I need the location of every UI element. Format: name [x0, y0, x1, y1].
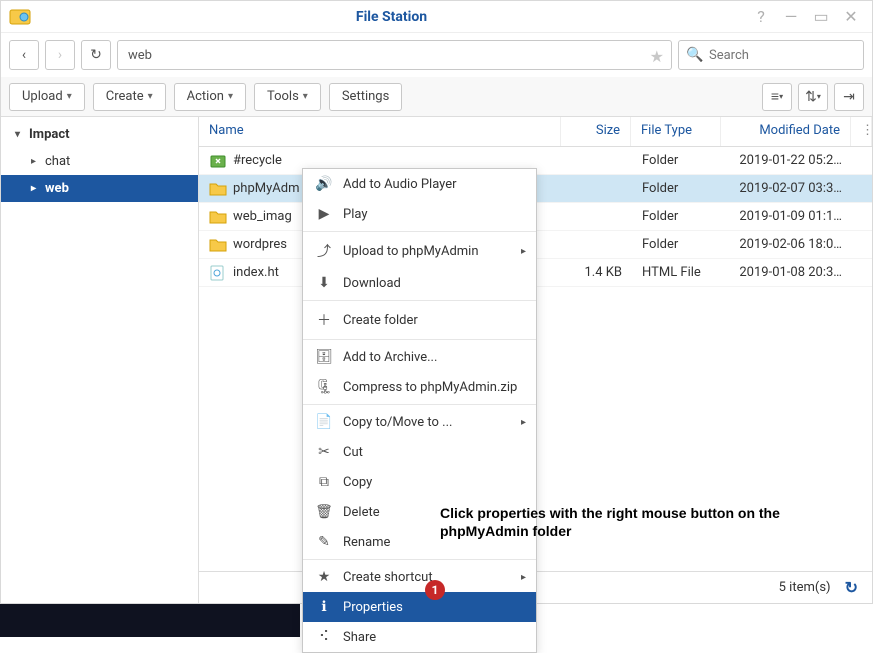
file-type: HTML File — [632, 265, 722, 280]
ctx-create-shortcut[interactable]: ★Create shortcut▸ — [303, 562, 536, 592]
ctx-download[interactable]: ⬇Download — [303, 268, 536, 298]
ctx-label: Play — [343, 207, 368, 222]
ctx-copy-to-move-to[interactable]: 📄Copy to/Move to ...▸ — [303, 407, 536, 437]
toolbar: Upload▾ Create▾ Action▾ Tools▾ Settings … — [1, 77, 872, 117]
path-input[interactable] — [117, 40, 672, 70]
ctx-label: Add to Audio Player — [343, 177, 457, 192]
file-name: wordpres — [233, 237, 287, 252]
ctx-upload-to-phpmyadmin[interactable]: ⤴Upload to phpMyAdmin▸ — [303, 234, 536, 268]
ctx-label: Share — [343, 630, 376, 645]
annotation-badge: 1 — [425, 580, 445, 600]
file-type: Folder — [632, 153, 722, 168]
favorite-star-icon[interactable]: ★ — [650, 47, 664, 66]
create-button[interactable]: Create▾ — [93, 83, 166, 111]
ctx-compress-to-phpmyadmin-zip[interactable]: 🗜Compress to phpMyAdmin.zip — [303, 372, 536, 402]
bottom-strip — [0, 604, 300, 637]
close-icon[interactable]: ✕ — [842, 7, 860, 26]
file-name: #recycle — [233, 153, 282, 168]
ctx-label: Properties — [343, 600, 403, 615]
recycle-icon — [209, 153, 227, 169]
tree-item-chat[interactable]: ▸chat — [1, 148, 198, 175]
ctx-cut[interactable]: ✂Cut — [303, 437, 536, 467]
ctx-label: Compress to phpMyAdmin.zip — [343, 380, 517, 395]
ctx-label: Cut — [343, 445, 363, 460]
ctx-copy[interactable]: ⧉Copy — [303, 467, 536, 497]
ctx-label: Copy to/Move to ... — [343, 415, 452, 430]
file-date: 2019-01-09 01:1… — [722, 209, 852, 224]
minimize-icon[interactable]: ― — [782, 7, 800, 26]
action-button[interactable]: Action▾ — [174, 83, 246, 111]
file-name: phpMyAdm — [233, 181, 299, 196]
col-size[interactable]: Size — [561, 117, 631, 146]
search-input[interactable] — [678, 40, 864, 70]
ctx-label: Upload to phpMyAdmin — [343, 244, 479, 259]
ctx-label: Delete — [343, 505, 380, 520]
window-controls: ? ― ▭ ✕ — [752, 7, 872, 26]
settings-button[interactable]: Settings — [329, 83, 402, 111]
maximize-icon[interactable]: ▭ — [812, 7, 830, 26]
file-type: Folder — [632, 209, 722, 224]
ctx-share[interactable]: ⠪Share — [303, 622, 536, 652]
item-count: 5 item(s) — [779, 580, 831, 595]
ctx-label: Create shortcut — [343, 570, 433, 585]
folder-icon — [209, 181, 227, 197]
sort-button[interactable]: ⇅▾ — [798, 83, 828, 111]
folder-icon — [209, 237, 227, 253]
back-button[interactable]: ‹ — [9, 40, 39, 70]
file-size: 1.4 KB — [562, 265, 632, 280]
search-icon: 🔍 — [686, 47, 703, 63]
app-icon — [9, 6, 31, 28]
ctx-play[interactable]: ▶Play — [303, 199, 536, 229]
list-view-button[interactable]: ≡▾ — [762, 83, 792, 111]
file-date: 2019-01-08 20:3… — [722, 265, 852, 280]
refresh-button[interactable]: ↻ — [81, 40, 111, 70]
col-name[interactable]: Name — [199, 117, 561, 146]
ctx-label: Create folder — [343, 313, 418, 328]
ctx-label: Copy — [343, 475, 372, 490]
file-type: Folder — [632, 181, 722, 196]
tree-item-web[interactable]: ▸web — [1, 175, 198, 202]
reload-icon[interactable]: ↻ — [845, 578, 858, 597]
navbar: ‹ › ↻ ★ 🔍 — [1, 33, 872, 77]
html-icon — [209, 265, 227, 281]
ctx-label: Add to Archive... — [343, 350, 437, 365]
col-date[interactable]: Modified Date — [721, 117, 851, 146]
tools-button[interactable]: Tools▾ — [254, 83, 321, 111]
file-name: web_imag — [233, 209, 292, 224]
ctx-properties[interactable]: ℹProperties — [303, 592, 536, 622]
file-name: index.ht — [233, 265, 279, 280]
col-options[interactable]: ⋮ — [851, 117, 872, 146]
file-date: 2019-02-06 18:0… — [722, 237, 852, 252]
titlebar: File Station ? ― ▭ ✕ — [1, 1, 872, 33]
file-type: Folder — [632, 237, 722, 252]
help-icon[interactable]: ? — [752, 7, 770, 26]
ctx-label: Rename — [343, 535, 390, 550]
file-date: 2019-01-22 05:2… — [722, 153, 852, 168]
context-menu[interactable]: 🔊Add to Audio Player▶Play ⤴Upload to phpM… — [302, 168, 537, 653]
col-type[interactable]: File Type — [631, 117, 721, 146]
ctx-add-to-archive[interactable]: 🗄Add to Archive... — [303, 342, 536, 372]
annotation-text: Click properties with the right mouse bu… — [440, 504, 840, 540]
ctx-add-to-audio-player[interactable]: 🔊Add to Audio Player — [303, 169, 536, 199]
sidebar: ▾Impact ▸chat ▸web — [1, 117, 199, 603]
upload-button[interactable]: Upload▾ — [9, 83, 85, 111]
ctx-label: Download — [343, 276, 401, 291]
panel-toggle-button[interactable]: ⇥ — [834, 83, 864, 111]
folder-icon — [209, 209, 227, 225]
ctx-create-folder[interactable]: ＋Create folder — [303, 303, 536, 337]
column-headers: Name Size File Type Modified Date ⋮ — [199, 117, 872, 147]
file-date: 2019-02-07 03:3… — [722, 181, 852, 196]
window-title: File Station — [31, 9, 752, 25]
tree-root[interactable]: ▾Impact — [1, 121, 198, 148]
forward-button[interactable]: › — [45, 40, 75, 70]
